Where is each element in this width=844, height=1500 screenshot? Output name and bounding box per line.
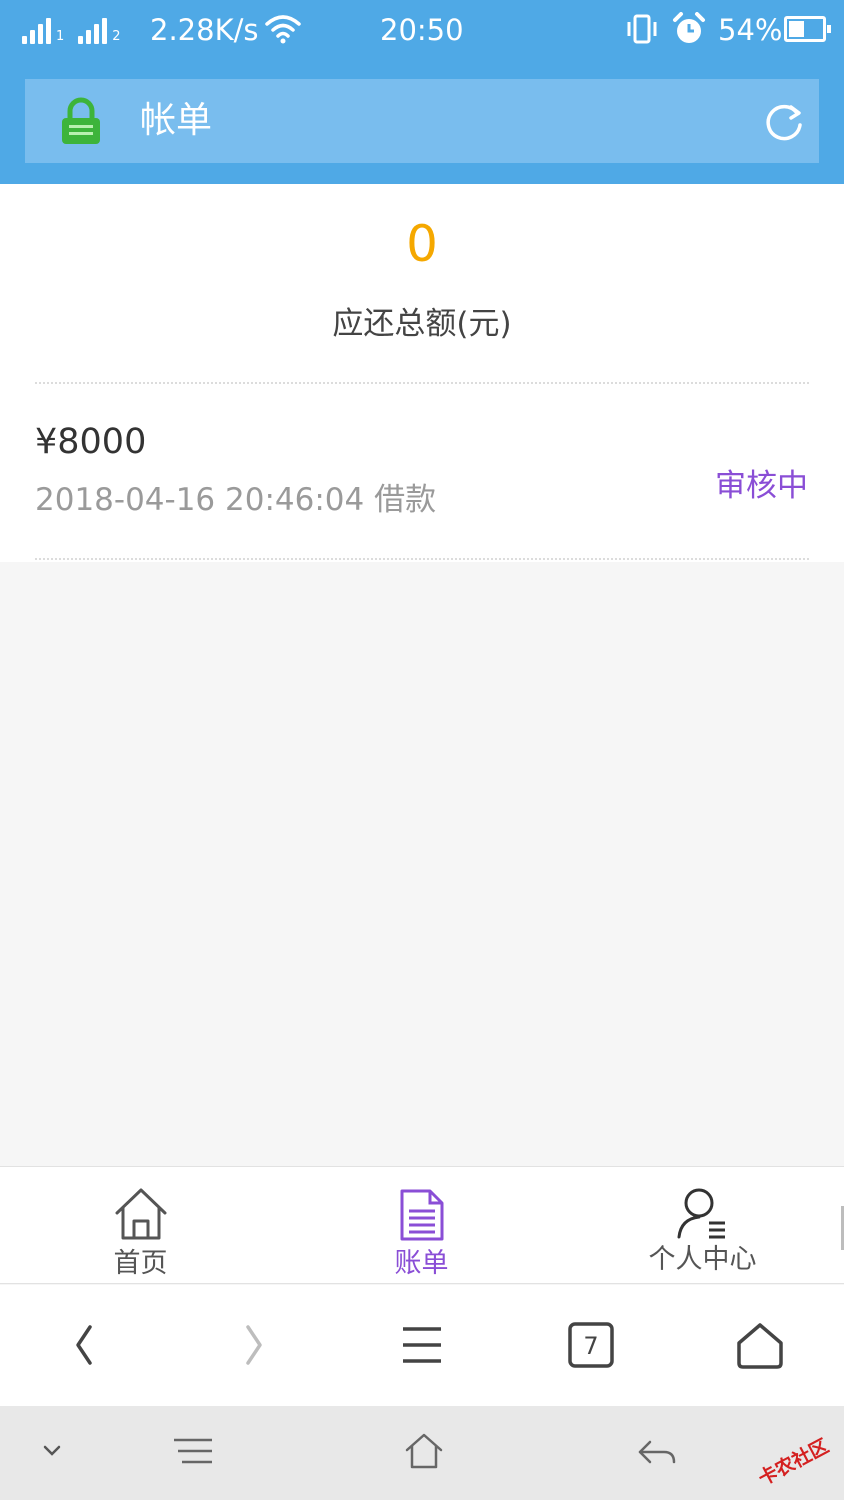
battery-icon [784, 16, 831, 42]
status-bar: 1 2 2.28K/s 20:50 54% [0, 0, 844, 62]
bottom-tab-bar: 首页 账单 个人中心 [0, 1166, 844, 1284]
collapse-icon[interactable] [42, 1444, 62, 1458]
bill-amount: ¥8000 [35, 422, 147, 462]
total-amount: 0 [406, 215, 438, 273]
battery-fill [789, 21, 805, 37]
bill-status: 审核中 [715, 468, 808, 504]
tab-count: 7 [583, 1332, 598, 1360]
alarm-icon [673, 12, 705, 43]
back-icon[interactable] [70, 1321, 100, 1369]
divider [35, 382, 809, 384]
total-amount-label: 应还总额(元) [332, 306, 512, 342]
watermark-text: 卡农社区 [754, 1436, 832, 1484]
battery-percent: 54% [718, 13, 783, 47]
bill-panel: 0 应还总额(元) ¥8000 2018-04-16 20:46:04 借款 审… [0, 184, 844, 562]
recent-apps-icon[interactable] [172, 1436, 214, 1466]
menu-icon[interactable] [400, 1321, 444, 1369]
tab-profile[interactable]: 个人中心 [562, 1167, 843, 1285]
sim2-label: 2 [112, 29, 121, 44]
signal-indicators: 1 2 [22, 12, 121, 44]
page-header: 帐单 [25, 79, 819, 163]
home-icon [115, 1188, 166, 1240]
back-icon[interactable] [636, 1438, 678, 1468]
tab-profile-label: 个人中心 [648, 1244, 757, 1275]
tab-home[interactable]: 首页 [0, 1167, 281, 1285]
bill-date-type: 2018-04-16 20:46:04 借款 [35, 482, 437, 518]
lock-icon [62, 97, 100, 144]
signal-icon: 1 [22, 18, 64, 44]
divider [35, 558, 809, 560]
home-icon[interactable] [404, 1432, 444, 1470]
network-speed: 2.28K/s [150, 13, 259, 47]
tab-bill[interactable]: 账单 [281, 1167, 562, 1285]
clock: 20:50 [380, 13, 464, 47]
browser-toolbar: 7 [0, 1285, 844, 1406]
tabs-icon[interactable]: 7 [567, 1321, 615, 1369]
tab-bill-label: 账单 [394, 1248, 449, 1279]
page-title: 帐单 [140, 100, 213, 141]
tab-home-label: 首页 [113, 1248, 168, 1279]
home-icon[interactable] [735, 1321, 785, 1371]
signal-icon: 2 [78, 18, 121, 44]
watermark-logo: 卡农社区 [754, 1436, 832, 1484]
forward-icon[interactable] [238, 1321, 268, 1369]
profile-icon [677, 1188, 725, 1239]
system-nav-bar: 卡农社区 [0, 1406, 844, 1500]
vibrate-icon [627, 14, 657, 44]
refresh-icon[interactable] [763, 101, 805, 143]
wifi-icon [265, 15, 301, 44]
sim1-label: 1 [56, 29, 65, 44]
bill-document-icon [400, 1189, 443, 1241]
